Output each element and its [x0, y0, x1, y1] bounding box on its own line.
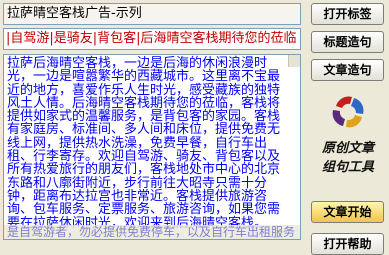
- article-title-field[interactable]: 拉萨晴空客栈广告-示列: [3, 3, 301, 25]
- scrollbar-up-arrow[interactable]: [288, 55, 300, 67]
- hint-text: 是自驾游者，勿必提供免费停车，以及自行车出租服务: [4, 225, 300, 239]
- start-article-button[interactable]: 文章开始: [311, 201, 384, 223]
- open-tag-button[interactable]: 打开标签: [311, 3, 384, 25]
- article-content-area[interactable]: 拉萨后海晴空客栈，一边是后海的休闲浪漫时光，一边是喧嚣繁华的西藏城市。这里离不宝…: [3, 54, 301, 240]
- article-sentence-button[interactable]: 文章造句: [311, 59, 384, 81]
- title-sentence-button[interactable]: 标题造句: [311, 31, 384, 53]
- logo-swirl-icon: [332, 96, 364, 128]
- app-logo: 原创文章 组句工具: [312, 92, 384, 184]
- open-help-button[interactable]: 打开帮助: [311, 233, 384, 255]
- logo-text-line1: 原创文章: [321, 141, 374, 156]
- logo-text-line2: 组句工具: [321, 160, 374, 175]
- keywords-field[interactable]: |自驾游|是骑友|背包客|后海晴空客栈期待您的莅临: [3, 28, 301, 50]
- article-content-text: 拉萨后海晴空客栈，一边是后海的休闲浪漫时光，一边是喧嚣繁华的西藏城市。这里离不宝…: [7, 56, 281, 231]
